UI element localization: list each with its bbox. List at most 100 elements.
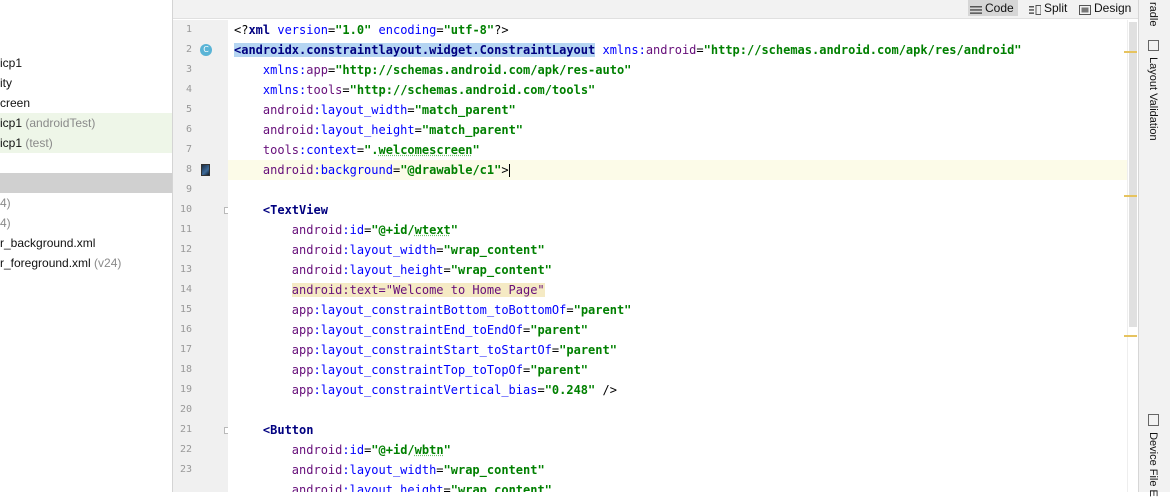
code-line[interactable]: android:layout_width="wrap_content" [228, 460, 1138, 480]
code-line[interactable]: android:text="Welcome to Home Page" [228, 280, 1138, 300]
gradle-tab[interactable]: radle [1147, 2, 1159, 26]
error-stripe-marker[interactable] [1124, 51, 1137, 53]
line-number: 13 [179, 264, 192, 275]
project-tree-item-label: 4) [0, 216, 11, 230]
split-view-label: Split [1044, 1, 1068, 15]
code-token: "wrap_content" [450, 483, 552, 492]
code-line[interactable]: app:layout_constraintVertical_bias="0.24… [228, 380, 1138, 400]
layout-validation-tab[interactable]: Layout Validation [1147, 40, 1159, 141]
project-tree-item[interactable]: creen [0, 93, 172, 113]
project-tree-item[interactable] [0, 173, 172, 193]
code-token: :id [342, 223, 365, 237]
project-tree-item[interactable] [0, 153, 172, 173]
project-tree-item[interactable]: 4) [0, 193, 172, 213]
project-tree-item[interactable]: icp1 (test) [0, 133, 172, 153]
line-number: 9 [185, 184, 192, 195]
code-line[interactable]: <?xml version="1.0" encoding="utf-8"?> [228, 20, 1138, 40]
code-token: :layout_constraintEnd_toEndOf [313, 323, 523, 337]
code-token: app [291, 343, 314, 357]
code-token: :layout_width [313, 103, 408, 117]
line-number: 23 [179, 464, 192, 475]
code-line[interactable]: <androidx.constraintlayout.widget.Constr… [228, 40, 1138, 60]
code-line[interactable]: xmlns:tools="http://schemas.android.com/… [228, 80, 1138, 100]
code-line[interactable]: android:layout_height="wrap_content" [228, 480, 1138, 492]
code-token: android [291, 483, 343, 492]
error-stripe-marker[interactable] [1124, 335, 1137, 337]
code-line[interactable] [228, 400, 1138, 420]
project-tree-item[interactable]: 4) [0, 213, 172, 233]
code-token: xmlns: [262, 83, 307, 97]
code-line[interactable]: android:id="@+id/wtext" [228, 220, 1138, 240]
code-token: ". [364, 143, 379, 157]
code-token: ?> [494, 23, 509, 37]
code-line[interactable]: app:layout_constraintStart_toStartOf="pa… [228, 340, 1138, 360]
code-view-button[interactable]: Code [968, 0, 1018, 16]
code-line[interactable]: android:layout_height="wrap_content" [228, 260, 1138, 280]
code-token: tools [306, 83, 343, 97]
line-number: 5 [185, 104, 192, 115]
design-view-label: Design [1094, 1, 1132, 15]
line-number: 14 [179, 284, 192, 295]
code-token: "http://schemas.android.com/apk/res-auto… [335, 63, 632, 77]
project-tree-item[interactable]: icp1 [0, 53, 172, 73]
project-tree-item[interactable]: ity [0, 73, 172, 93]
code-token: "0.248" [544, 383, 596, 397]
code-token: android [291, 463, 343, 477]
split-view-button[interactable]: Split [1027, 0, 1071, 16]
code-token: encoding [378, 23, 437, 37]
code-editor[interactable]: <?xml version="1.0" encoding="utf-8"?> <a… [228, 20, 1138, 492]
code-token: android [645, 43, 697, 57]
line-number: 18 [179, 364, 192, 375]
code-line[interactable]: android:layout_width="wrap_content" [228, 240, 1138, 260]
code-token: android [291, 243, 343, 257]
code-token: xmlns: [602, 43, 646, 57]
drawable-preview-icon[interactable] [201, 164, 210, 176]
code-token: app [306, 63, 328, 77]
code-token: <? [234, 23, 249, 37]
code-line[interactable]: app:layout_constraintTop_toTopOf="parent… [228, 360, 1138, 380]
error-stripe-marker[interactable] [1124, 195, 1137, 197]
code-token: <Button [262, 423, 314, 437]
project-tree-item-label: 4) [0, 196, 11, 210]
project-tree-item[interactable]: icp1 (androidTest) [0, 113, 172, 133]
line-number: 3 [185, 64, 192, 75]
code-line[interactable]: <TextView [228, 200, 1138, 220]
line-number: 11 [179, 224, 192, 235]
project-tree-item-label: icp1 [0, 56, 23, 70]
code-token: xml [248, 23, 278, 37]
project-tree-item[interactable]: r_foreground.xml (v24) [0, 253, 172, 273]
project-tree-item[interactable]: r_background.xml [0, 233, 172, 253]
code-line[interactable] [228, 180, 1138, 200]
code-token: :background [313, 163, 393, 177]
device-file-explorer-tab[interactable]: Device File E [1147, 414, 1159, 497]
code-token: "parent" [559, 343, 617, 357]
code-line[interactable]: android:layout_height="match_parent" [228, 120, 1138, 140]
code-line[interactable]: android:id="@+id/wbtn" [228, 440, 1138, 460]
code-token: welcomescreen [378, 143, 473, 157]
design-view-button[interactable]: Design [1077, 0, 1135, 16]
code-line[interactable]: android:background="@drawable/c1"> [228, 160, 1138, 180]
scrollbar-thumb[interactable] [1129, 22, 1137, 327]
code-token: app [291, 363, 314, 377]
code-line[interactable]: app:layout_constraintEnd_toEndOf="parent… [228, 320, 1138, 340]
code-line[interactable]: app:layout_constraintBottom_toBottomOf="… [228, 300, 1138, 320]
code-line[interactable]: android:layout_width="match_parent" [228, 100, 1138, 120]
code-token: android [291, 263, 343, 277]
code-token: "utf-8" [443, 23, 495, 37]
code-token: = [414, 123, 422, 137]
code-token: :layout_constraintVertical_bias [313, 383, 538, 397]
code-line[interactable]: xmlns:app="http://schemas.android.com/ap… [228, 60, 1138, 80]
code-line[interactable]: <Button [228, 420, 1138, 440]
class-marker-icon[interactable]: C [200, 44, 212, 56]
project-panel: icp1 ity creen icp1 (androidTest) icp1 (test… [0, 0, 173, 492]
code-line[interactable]: tools:context=".welcomescreen" [228, 140, 1138, 160]
code-token: = [342, 83, 350, 97]
